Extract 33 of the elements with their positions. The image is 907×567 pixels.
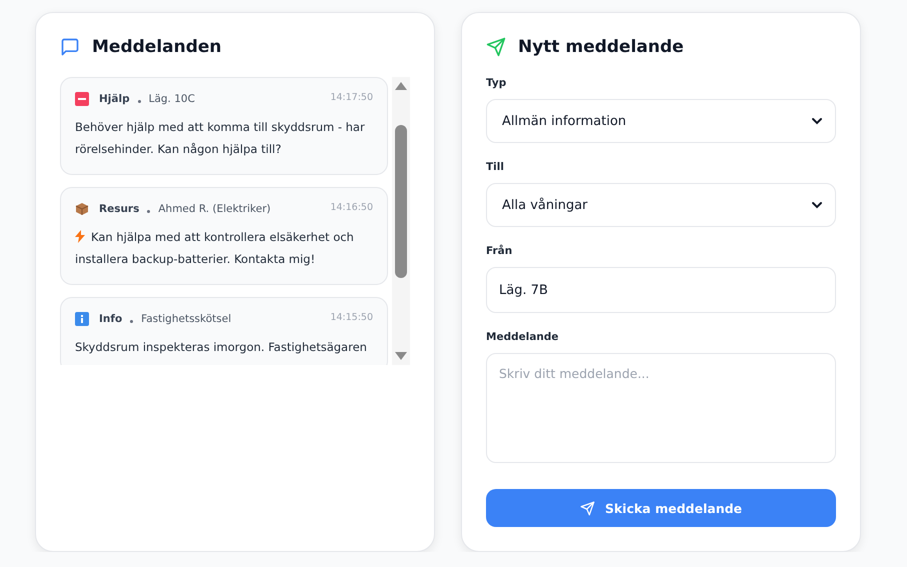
scroll-down-icon[interactable] bbox=[394, 351, 408, 361]
scroll-up-icon[interactable] bbox=[394, 81, 408, 91]
message-field[interactable]: Skriv ditt meddelande... bbox=[486, 353, 836, 463]
send-icon bbox=[580, 500, 595, 516]
message-category: Resurs bbox=[99, 203, 140, 215]
scrollbar-thumb[interactable] bbox=[395, 124, 407, 278]
chat-icon bbox=[60, 37, 80, 57]
field-label: Typ bbox=[486, 77, 508, 89]
message-text: Kan hjälpa med att kontrollera elsäkerhet och installera backup-batterier. Kontakta mig! bbox=[75, 229, 355, 268]
select-field[interactable]: Allmän information bbox=[486, 99, 836, 143]
send-button[interactable]: Skicka meddelande bbox=[486, 489, 836, 527]
message-time: 14:16:50 bbox=[330, 202, 373, 213]
input-field[interactable]: Läg. 7B bbox=[486, 267, 836, 313]
message-text: Skyddsrum inspekteras imorgon. Fastighetsägaren bbox=[75, 339, 367, 356]
send-icon bbox=[486, 37, 506, 57]
field-label: Meddelande bbox=[486, 331, 560, 343]
message-category: Hjälp bbox=[99, 93, 130, 105]
scrollbar[interactable] bbox=[392, 77, 410, 365]
field-label: Till bbox=[486, 161, 505, 173]
panel-title: Meddelanden bbox=[92, 37, 222, 57]
info-icon bbox=[75, 312, 89, 326]
package-icon bbox=[75, 202, 89, 216]
select-field[interactable]: Alla våningar bbox=[486, 183, 836, 227]
panel-title: Nytt meddelande bbox=[518, 37, 684, 57]
message-text: Behöver hjälp med att komma till skyddsrum - har rörelsehinder. Kan någon hjälpa till? bbox=[75, 119, 366, 158]
message-time: 14:15:50 bbox=[330, 312, 373, 323]
message-time: 14:17:50 bbox=[330, 92, 373, 103]
field-label: Från bbox=[486, 245, 514, 257]
message-sender: Läg. 10C bbox=[148, 93, 195, 105]
message-category: Info bbox=[99, 313, 122, 325]
lightning-icon bbox=[75, 230, 85, 243]
message-sender: Fastighetsskötsel bbox=[141, 313, 232, 325]
message-sender: Ahmed R. (Elektriker) bbox=[158, 203, 271, 215]
